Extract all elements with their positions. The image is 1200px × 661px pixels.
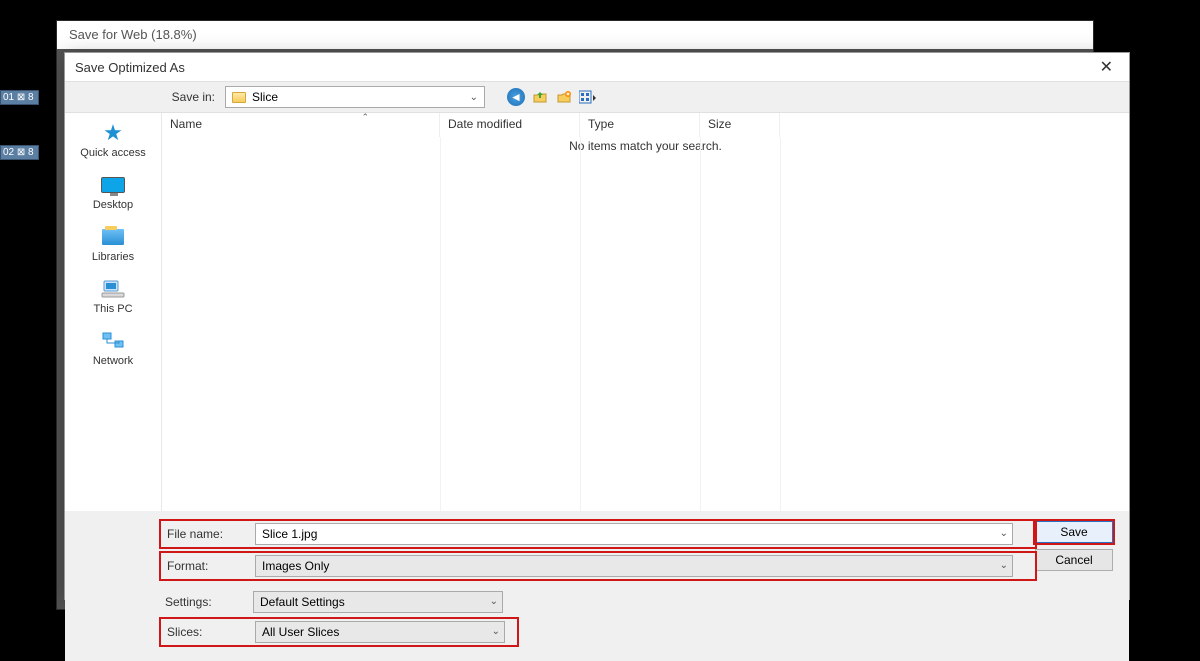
sidebar-item-this-pc[interactable]: This PC <box>93 277 132 315</box>
cancel-button[interactable]: Cancel <box>1035 549 1113 571</box>
toolbar-icons: ◄ <box>507 88 597 106</box>
format-label: Format: <box>167 559 247 573</box>
chevron-down-icon: ⌄ <box>1000 560 1008 571</box>
chevron-down-icon: ⌄ <box>1000 528 1008 539</box>
dialog-buttons: Save Cancel <box>1035 521 1113 571</box>
column-divider <box>700 137 701 511</box>
new-folder-icon[interactable] <box>555 88 573 106</box>
sidebar-item-desktop[interactable]: Desktop <box>93 173 133 211</box>
libraries-icon <box>99 225 127 249</box>
places-sidebar: ★ Quick access Desktop Libraries This PC <box>65 113 161 511</box>
filename-input[interactable]: Slice 1.jpg ⌄ <box>255 523 1013 545</box>
filename-label: File name: <box>167 527 247 541</box>
column-name[interactable]: Name ⌃ <box>162 113 440 137</box>
chevron-down-icon: ⌄ <box>492 626 500 637</box>
format-value: Images Only <box>262 559 329 573</box>
sidebar-item-quick-access[interactable]: ★ Quick access <box>80 121 145 159</box>
no-items-message: No items match your search. <box>162 137 1129 153</box>
desktop-icon <box>99 173 127 197</box>
slice-tag-02[interactable]: 02 ⊠ 8 <box>0 145 39 160</box>
format-row: Format: Images Only ⌄ <box>165 553 1035 579</box>
folder-icon <box>232 92 246 103</box>
slice-tags: 01 ⊠ 8 02 ⊠ 8 <box>0 90 39 160</box>
slice-tag-01[interactable]: 01 ⊠ 8 <box>0 90 39 105</box>
bottom-panel: File name: Slice 1.jpg ⌄ Format: Images … <box>65 511 1129 661</box>
slices-dropdown[interactable]: All User Slices ⌄ <box>255 621 505 643</box>
sidebar-item-label: Libraries <box>92 251 134 263</box>
chevron-down-icon: ⌄ <box>470 92 478 103</box>
sidebar-item-libraries[interactable]: Libraries <box>92 225 134 263</box>
this-pc-icon <box>99 277 127 301</box>
toolbar-row: Save in: Slice ⌄ ◄ <box>65 81 1129 113</box>
sidebar-item-network[interactable]: Network <box>93 329 133 367</box>
sidebar-item-label: Network <box>93 355 133 367</box>
filename-value: Slice 1.jpg <box>262 527 317 541</box>
settings-row: Settings: Default Settings ⌄ <box>165 591 1035 613</box>
settings-dropdown[interactable]: Default Settings ⌄ <box>253 591 503 613</box>
outer-window-title: Save for Web (18.8%) <box>57 21 1093 49</box>
save-in-label: Save in: <box>165 90 215 104</box>
settings-label: Settings: <box>165 595 245 609</box>
slices-row: Slices: All User Slices ⌄ <box>165 619 517 645</box>
filename-row: File name: Slice 1.jpg ⌄ <box>165 521 1035 547</box>
sidebar-item-label: This PC <box>93 303 132 315</box>
format-dropdown[interactable]: Images Only ⌄ <box>255 555 1013 577</box>
column-size[interactable]: Size <box>700 113 780 137</box>
column-type[interactable]: Type <box>580 113 700 137</box>
back-icon[interactable]: ◄ <box>507 88 525 106</box>
save-optimized-as-dialog: Save Optimized As ✕ Save in: Slice ⌄ ◄ ★ <box>64 52 1130 600</box>
network-icon <box>99 329 127 353</box>
column-divider <box>780 137 781 511</box>
sidebar-item-label: Quick access <box>80 147 145 159</box>
column-divider <box>440 137 441 511</box>
slices-label: Slices: <box>167 625 247 639</box>
column-date[interactable]: Date modified <box>440 113 580 137</box>
file-list-view[interactable]: Name ⌃ Date modified Type Size No items … <box>161 113 1129 511</box>
quick-access-icon: ★ <box>99 121 127 145</box>
up-one-level-icon[interactable] <box>531 88 549 106</box>
main-area: ★ Quick access Desktop Libraries This PC <box>65 113 1129 511</box>
save-in-value: Slice <box>252 90 278 104</box>
dialog-titlebar: Save Optimized As ✕ <box>65 53 1129 81</box>
slices-value: All User Slices <box>262 625 339 639</box>
save-in-dropdown[interactable]: Slice ⌄ <box>225 86 485 108</box>
save-button[interactable]: Save <box>1035 521 1113 543</box>
view-menu-icon[interactable] <box>579 88 597 106</box>
close-icon[interactable]: ✕ <box>1094 57 1119 77</box>
settings-value: Default Settings <box>260 595 345 609</box>
sidebar-item-label: Desktop <box>93 199 133 211</box>
sort-chevron-icon: ⌃ <box>361 112 369 123</box>
chevron-down-icon: ⌄ <box>490 596 498 607</box>
column-divider <box>580 137 581 511</box>
dialog-title: Save Optimized As <box>75 60 185 75</box>
column-headers: Name ⌃ Date modified Type Size <box>162 113 1129 137</box>
